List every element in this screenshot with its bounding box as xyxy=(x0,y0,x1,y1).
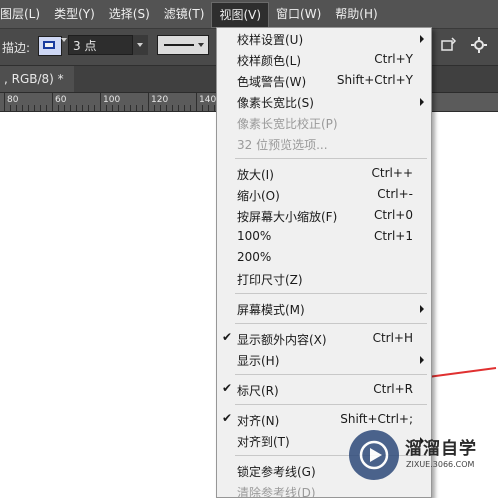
view-menu-item[interactable]: 色域警告(W) Shift+Ctrl+Y xyxy=(217,70,431,91)
menu-item-shortcut: Ctrl+0 xyxy=(373,208,413,222)
menu-item-label: 显示(H) xyxy=(237,354,280,368)
menu-item-shortcut: Ctrl+R xyxy=(373,382,413,396)
menu-item-label: 32 位预览选项... xyxy=(237,138,328,152)
view-menu-item[interactable]: 屏幕模式(M) xyxy=(217,298,431,319)
menu-item-label: 像素长宽比(S) xyxy=(237,96,314,110)
view-menu-item[interactable]: 缩小(O) Ctrl+- xyxy=(217,184,431,205)
view-menu-item[interactable]: ✔ 标尺(R) Ctrl+R xyxy=(217,379,431,400)
menu-item-label: 100% xyxy=(237,229,272,243)
menu-separator xyxy=(235,323,427,324)
menu-item-label: 校样设置(U) xyxy=(237,33,304,47)
menu-item-shortcut: Shift+Ctrl+Y xyxy=(336,73,413,87)
menu-item-label: 清除参考线(D) xyxy=(237,486,316,498)
menu-item-shortcut: Ctrl+1 xyxy=(373,229,413,243)
submenu-arrow-icon xyxy=(420,356,424,364)
menu-item-label: 屏幕模式(M) xyxy=(237,303,305,317)
watermark: 溜溜自学 ZIXUE.3066.COM xyxy=(349,430,476,480)
menu-item-label: 缩小(O) xyxy=(237,189,280,203)
menu-separator xyxy=(235,293,427,294)
checkmark-icon: ✔ xyxy=(222,381,233,395)
view-menu-item[interactable]: 放大(I) Ctrl++ xyxy=(217,163,431,184)
menu-separator xyxy=(235,404,427,405)
view-menu-item[interactable]: ✔ 对齐(N) Shift+Ctrl+; xyxy=(217,409,431,430)
view-menu-item[interactable]: 像素长宽比(S) xyxy=(217,91,431,112)
view-menu-item: 32 位预览选项... xyxy=(217,133,431,154)
view-menu-item[interactable]: 打印尺寸(Z) xyxy=(217,268,431,289)
checkmark-icon: ✔ xyxy=(222,411,233,425)
view-menu-item[interactable]: 100% Ctrl+1 xyxy=(217,226,431,247)
checkmark-icon: ✔ xyxy=(222,330,233,344)
menu-separator xyxy=(235,374,427,375)
menu-item-shortcut: Shift+Ctrl+; xyxy=(340,412,413,426)
menu-item-label: 显示额外内容(X) xyxy=(237,333,327,347)
submenu-arrow-icon xyxy=(420,35,424,43)
play-logo-icon xyxy=(349,430,399,480)
view-menu-item[interactable]: 校样颜色(L) Ctrl+Y xyxy=(217,49,431,70)
view-menu-item[interactable]: ✔ 显示额外内容(X) Ctrl+H xyxy=(217,328,431,349)
view-menu-item: 清除参考线(D) xyxy=(217,481,431,498)
view-menu-item[interactable]: 200% xyxy=(217,247,431,268)
menu-item-shortcut: Ctrl+Y xyxy=(374,52,413,66)
menu-item-label: 校样颜色(L) xyxy=(237,54,302,68)
view-menu-item[interactable]: 校样设置(U) xyxy=(217,28,431,49)
watermark-url: ZIXUE.3066.COM xyxy=(406,460,475,469)
menu-item-label: 标尺(R) xyxy=(237,384,279,398)
menu-separator xyxy=(235,158,427,159)
menu-item-label: 对齐到(T) xyxy=(237,435,290,449)
view-menu-dropdown: 校样设置(U) 校样颜色(L) Ctrl+Y 色域警告(W) Shift+Ctrl+Y 像… xyxy=(216,27,432,498)
view-menu-item[interactable]: 显示(H) xyxy=(217,349,431,370)
menu-item-shortcut: Ctrl++ xyxy=(371,166,413,180)
menu-item-shortcut: Ctrl+H xyxy=(372,331,413,345)
menu-item-label: 对齐(N) xyxy=(237,414,280,428)
view-menu-item[interactable]: 按屏幕大小缩放(F) Ctrl+0 xyxy=(217,205,431,226)
menu-item-label: 打印尺寸(Z) xyxy=(237,273,303,287)
watermark-title: 溜溜自学 xyxy=(405,439,477,459)
menu-item-shortcut: Ctrl+- xyxy=(377,187,413,201)
menu-item-label: 色域警告(W) xyxy=(237,75,307,89)
menu-item-label: 像素长宽比校正(P) xyxy=(237,117,338,131)
menu-item-label: 200% xyxy=(237,250,272,264)
menu-item-label: 按屏幕大小缩放(F) xyxy=(237,210,338,224)
menu-item-label: 放大(I) xyxy=(237,168,274,182)
menu-item-label: 锁定参考线(G) xyxy=(237,465,316,479)
view-menu-item: 像素长宽比校正(P) xyxy=(217,112,431,133)
submenu-arrow-icon xyxy=(420,305,424,313)
submenu-arrow-icon xyxy=(420,98,424,106)
